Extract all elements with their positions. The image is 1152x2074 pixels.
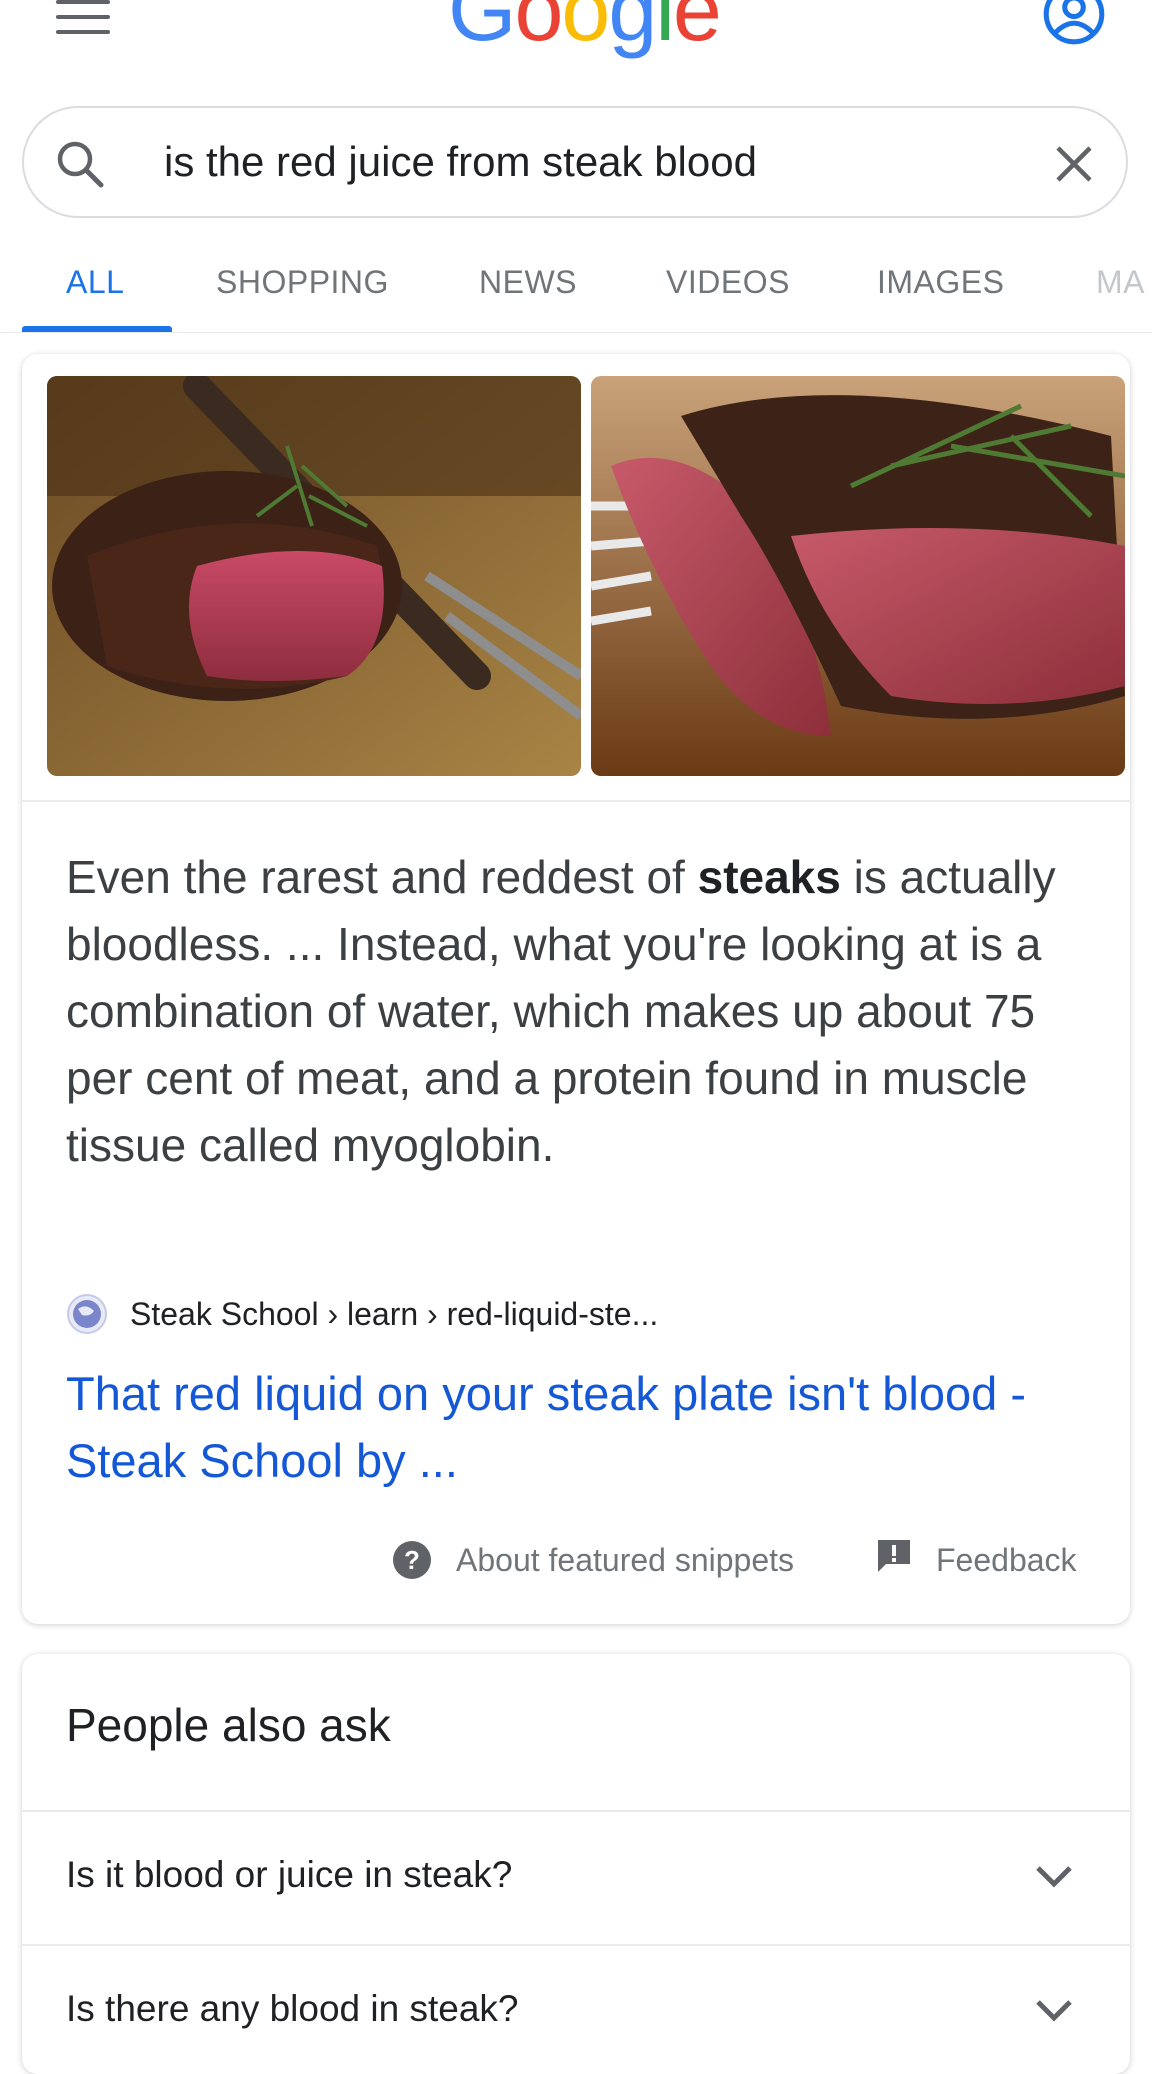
source-url: Steak School › learn › red-liquid-ste... [130,1295,659,1332]
snippet-text: Even the rarest and reddest of steaks is… [66,844,1086,1179]
snippet-text-part: Even the rarest and reddest of [66,851,698,903]
snippet-keyword: steaks [697,851,841,903]
steak-image-2[interactable] [591,376,1125,776]
header: Google [0,0,1152,100]
paa-question: Is it blood or juice in steak? [66,1854,513,1895]
globe-icon [67,1294,107,1334]
tab-more[interactable]: MA [1096,264,1145,301]
google-logo[interactable]: Google [448,0,722,54]
logo-letter: G [448,0,516,59]
snippet-footer: ? About featured snippets Feedback [22,1534,1130,1594]
search-tabs: ALL SHOPPING NEWS VIDEOS IMAGES MA [0,250,1152,333]
search-bar[interactable]: is the red juice from steak blood [22,106,1128,218]
featured-snippet-card: Even the rarest and reddest of steaks is… [22,354,1130,1624]
svg-text:?: ? [404,1545,420,1575]
about-featured-snippets-link[interactable]: About featured snippets [456,1542,794,1579]
paa-question-row[interactable]: Is it blood or juice in steak? [22,1810,1130,1944]
logo-letter: l [655,0,675,59]
clear-icon[interactable] [1052,142,1096,186]
logo-letter: o [561,0,610,59]
image-carousel[interactable] [22,354,1130,802]
paa-question-row[interactable]: Is there any blood in steak? [22,1944,1130,2074]
help-icon[interactable]: ? [392,1540,432,1580]
tab-news[interactable]: NEWS [479,264,577,301]
chevron-down-icon[interactable] [1034,1996,1074,2024]
people-also-ask-title: People also ask [66,1699,391,1751]
logo-letter: o [514,0,563,59]
search-input[interactable]: is the red juice from steak blood [164,138,757,186]
hamburger-menu-icon[interactable] [56,0,110,36]
tab-images[interactable]: IMAGES [877,264,1004,301]
search-icon[interactable] [54,138,106,190]
logo-letter: e [672,0,722,59]
feedback-icon[interactable] [876,1538,912,1574]
feedback-link[interactable]: Feedback [936,1542,1077,1579]
tab-all[interactable]: ALL [66,264,124,301]
result-title-link[interactable]: That red liquid on your steak plate isn'… [66,1360,1106,1494]
active-tab-indicator [22,326,172,332]
steak-image-1[interactable] [47,376,581,776]
account-icon[interactable] [1036,0,1112,46]
tab-shopping[interactable]: SHOPPING [216,264,389,301]
people-also-ask-card: People also ask Is it blood or juice in … [22,1654,1130,2074]
source-breadcrumb[interactable]: Steak School › learn › red-liquid-ste... [66,1292,658,1336]
tab-videos[interactable]: VIDEOS [666,264,790,301]
paa-question: Is there any blood in steak? [66,1988,519,2029]
chevron-down-icon[interactable] [1034,1862,1074,1890]
logo-letter: g [608,0,657,59]
